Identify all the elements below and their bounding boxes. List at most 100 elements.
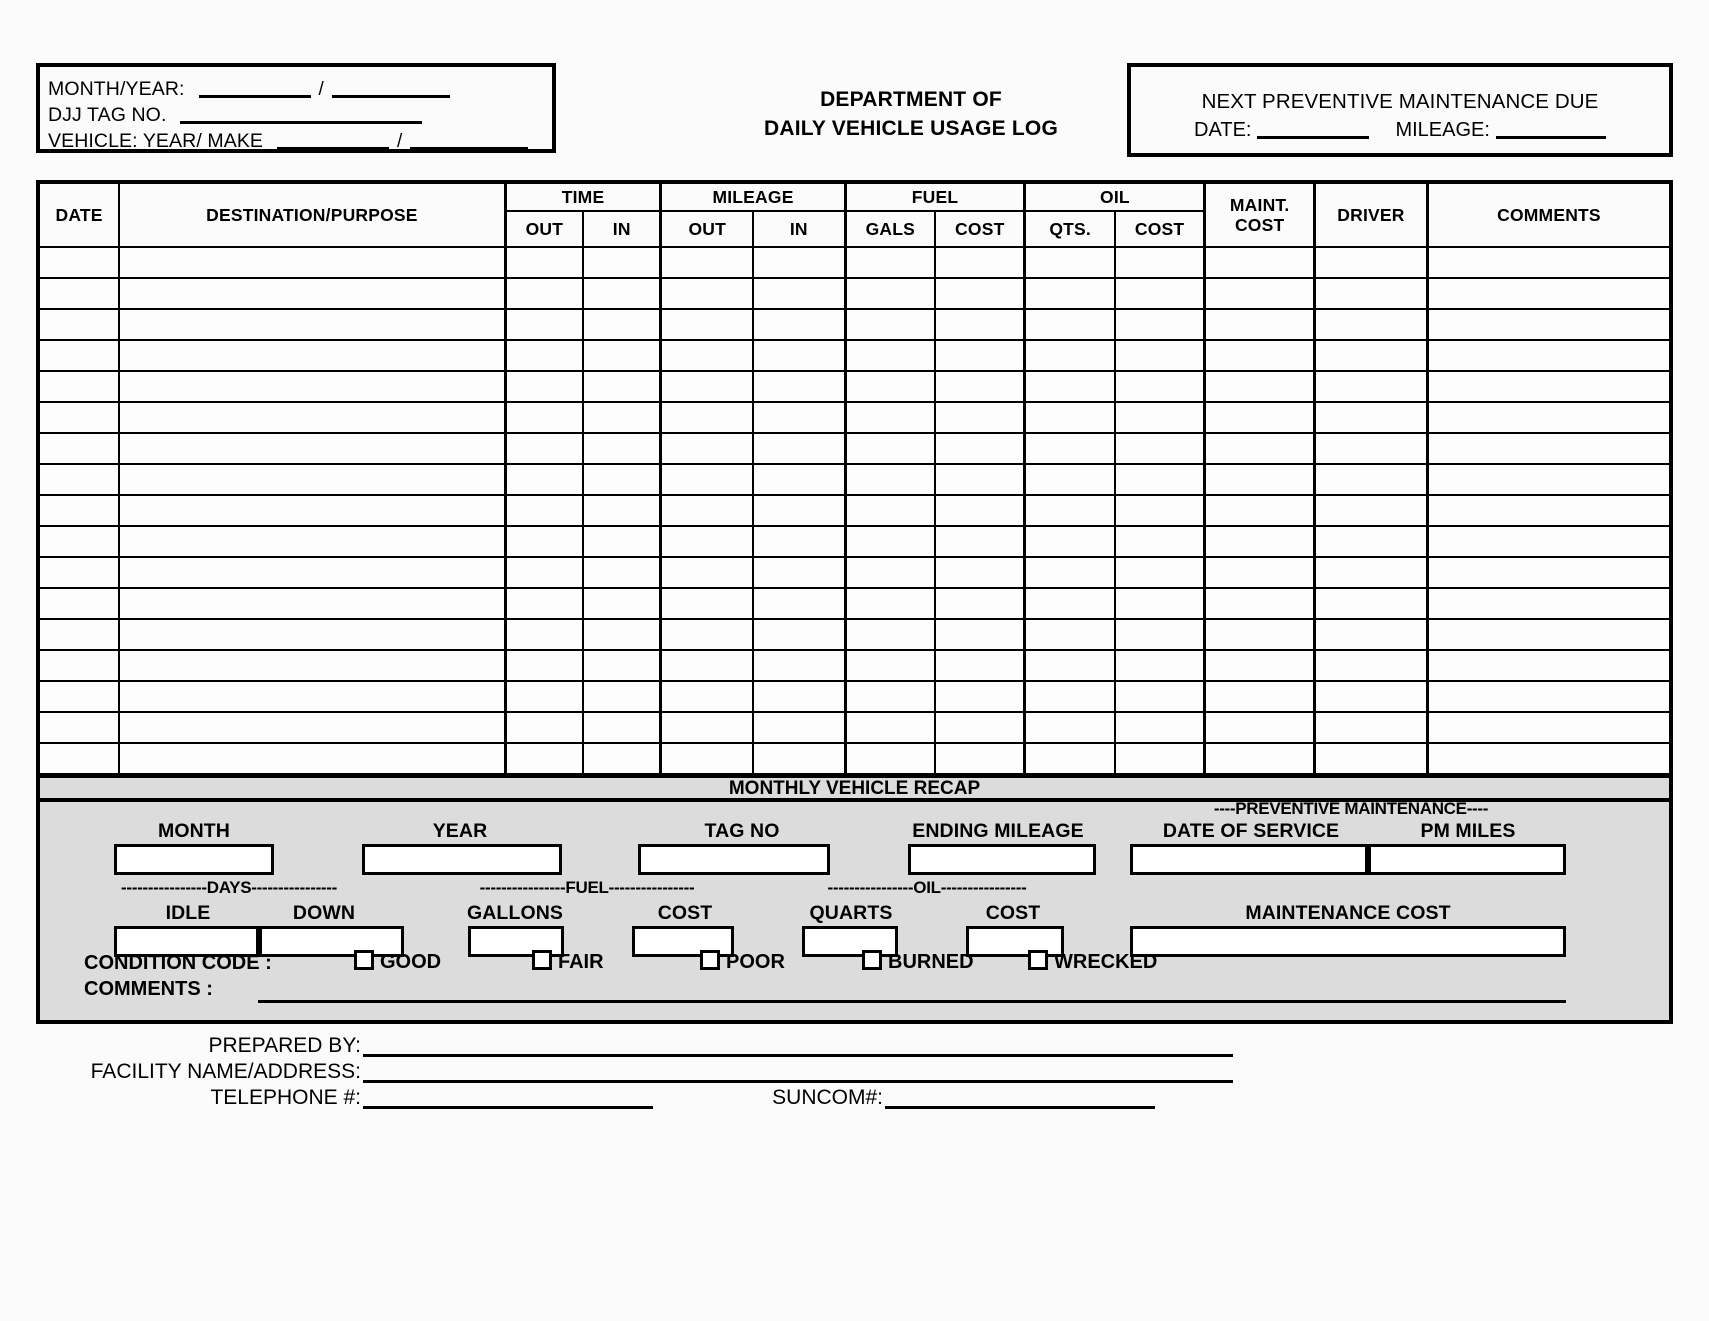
- table-cell[interactable]: [659, 649, 755, 682]
- table-cell[interactable]: [843, 370, 937, 403]
- table-cell[interactable]: [582, 494, 662, 527]
- table-cell[interactable]: [1113, 370, 1206, 403]
- table-cell[interactable]: [582, 339, 662, 372]
- table-cell[interactable]: [752, 587, 847, 620]
- table-cell[interactable]: [843, 649, 937, 682]
- table-cell[interactable]: [1312, 742, 1429, 775]
- recap-oil-cost-input[interactable]: [966, 926, 1064, 957]
- table-cell[interactable]: [934, 308, 1026, 341]
- table-cell[interactable]: [582, 277, 662, 310]
- table-cell[interactable]: [1203, 339, 1316, 372]
- table-cell[interactable]: [1312, 525, 1429, 558]
- table-cell[interactable]: [118, 401, 507, 434]
- table-cell[interactable]: [659, 308, 755, 341]
- table-cell[interactable]: [35, 742, 121, 775]
- table-cell[interactable]: [752, 308, 847, 341]
- table-cell[interactable]: [1113, 587, 1206, 620]
- table-cell[interactable]: [1113, 742, 1206, 775]
- table-cell[interactable]: [934, 277, 1026, 310]
- table-cell[interactable]: [35, 370, 121, 403]
- table-cell[interactable]: [659, 277, 755, 310]
- table-cell[interactable]: [752, 742, 847, 775]
- facility-name-address-input[interactable]: [363, 1062, 1233, 1083]
- table-cell[interactable]: [843, 277, 937, 310]
- table-cell[interactable]: [843, 556, 937, 589]
- table-cell[interactable]: [1203, 370, 1316, 403]
- table-cell[interactable]: [582, 370, 662, 403]
- table-cell[interactable]: [843, 587, 937, 620]
- table-cell[interactable]: [659, 370, 755, 403]
- table-cell[interactable]: [582, 680, 662, 713]
- table-cell[interactable]: [1425, 618, 1673, 651]
- table-cell[interactable]: [934, 432, 1026, 465]
- table-cell[interactable]: [1425, 742, 1673, 775]
- table-cell[interactable]: [503, 587, 585, 620]
- table-cell[interactable]: [582, 308, 662, 341]
- table-cell[interactable]: [1113, 711, 1206, 744]
- table-cell[interactable]: [659, 680, 755, 713]
- table-cell[interactable]: [1023, 742, 1116, 775]
- table-cell[interactable]: [752, 649, 847, 682]
- table-cell[interactable]: [1203, 432, 1316, 465]
- table-cell[interactable]: [934, 463, 1026, 496]
- table-cell[interactable]: [843, 308, 937, 341]
- table-cell[interactable]: [35, 463, 121, 496]
- table-cell[interactable]: [35, 401, 121, 434]
- table-cell[interactable]: [1312, 401, 1429, 434]
- table-cell[interactable]: [659, 246, 755, 279]
- table-cell[interactable]: [843, 339, 937, 372]
- table-cell[interactable]: [1203, 618, 1316, 651]
- table-cell[interactable]: [1425, 680, 1673, 713]
- table-cell[interactable]: [1425, 711, 1673, 744]
- table-cell[interactable]: [1113, 277, 1206, 310]
- prepared-by-input[interactable]: [363, 1036, 1233, 1057]
- table-cell[interactable]: [503, 246, 585, 279]
- table-cell[interactable]: [118, 370, 507, 403]
- table-cell[interactable]: [1425, 494, 1673, 527]
- table-cell[interactable]: [503, 711, 585, 744]
- table-cell[interactable]: [659, 618, 755, 651]
- table-cell[interactable]: [1113, 246, 1206, 279]
- year-input[interactable]: [331, 78, 450, 98]
- table-cell[interactable]: [1425, 370, 1673, 403]
- table-cell[interactable]: [582, 711, 662, 744]
- table-cell[interactable]: [1425, 556, 1673, 589]
- table-cell[interactable]: [934, 742, 1026, 775]
- table-cell[interactable]: [1312, 711, 1429, 744]
- table-cell[interactable]: [843, 711, 937, 744]
- table-cell[interactable]: [843, 618, 937, 651]
- table-cell[interactable]: [752, 525, 847, 558]
- table-cell[interactable]: [1023, 463, 1116, 496]
- recap-quarts-input[interactable]: [802, 926, 898, 957]
- vehicle-year-input[interactable]: [277, 130, 390, 150]
- table-cell[interactable]: [752, 494, 847, 527]
- table-cell[interactable]: [934, 339, 1026, 372]
- table-cell[interactable]: [1113, 649, 1206, 682]
- table-cell[interactable]: [118, 246, 507, 279]
- table-cell[interactable]: [35, 494, 121, 527]
- table-cell[interactable]: [1425, 401, 1673, 434]
- table-cell[interactable]: [1425, 649, 1673, 682]
- table-cell[interactable]: [843, 525, 937, 558]
- table-cell[interactable]: [934, 246, 1026, 279]
- table-cell[interactable]: [1425, 339, 1673, 372]
- table-cell[interactable]: [503, 649, 585, 682]
- table-cell[interactable]: [1023, 432, 1116, 465]
- table-cell[interactable]: [35, 587, 121, 620]
- table-cell[interactable]: [843, 432, 937, 465]
- table-cell[interactable]: [1113, 525, 1206, 558]
- table-cell[interactable]: [1312, 308, 1429, 341]
- table-cell[interactable]: [1113, 494, 1206, 527]
- checkbox-burned[interactable]: [862, 950, 882, 970]
- table-cell[interactable]: [659, 401, 755, 434]
- table-cell[interactable]: [1312, 680, 1429, 713]
- table-cell[interactable]: [659, 432, 755, 465]
- table-cell[interactable]: [934, 556, 1026, 589]
- table-cell[interactable]: [503, 742, 585, 775]
- table-cell[interactable]: [582, 618, 662, 651]
- recap-pm-miles-input[interactable]: [1368, 844, 1566, 875]
- table-cell[interactable]: [659, 742, 755, 775]
- table-cell[interactable]: [1113, 680, 1206, 713]
- table-cell[interactable]: [503, 432, 585, 465]
- table-cell[interactable]: [1203, 401, 1316, 434]
